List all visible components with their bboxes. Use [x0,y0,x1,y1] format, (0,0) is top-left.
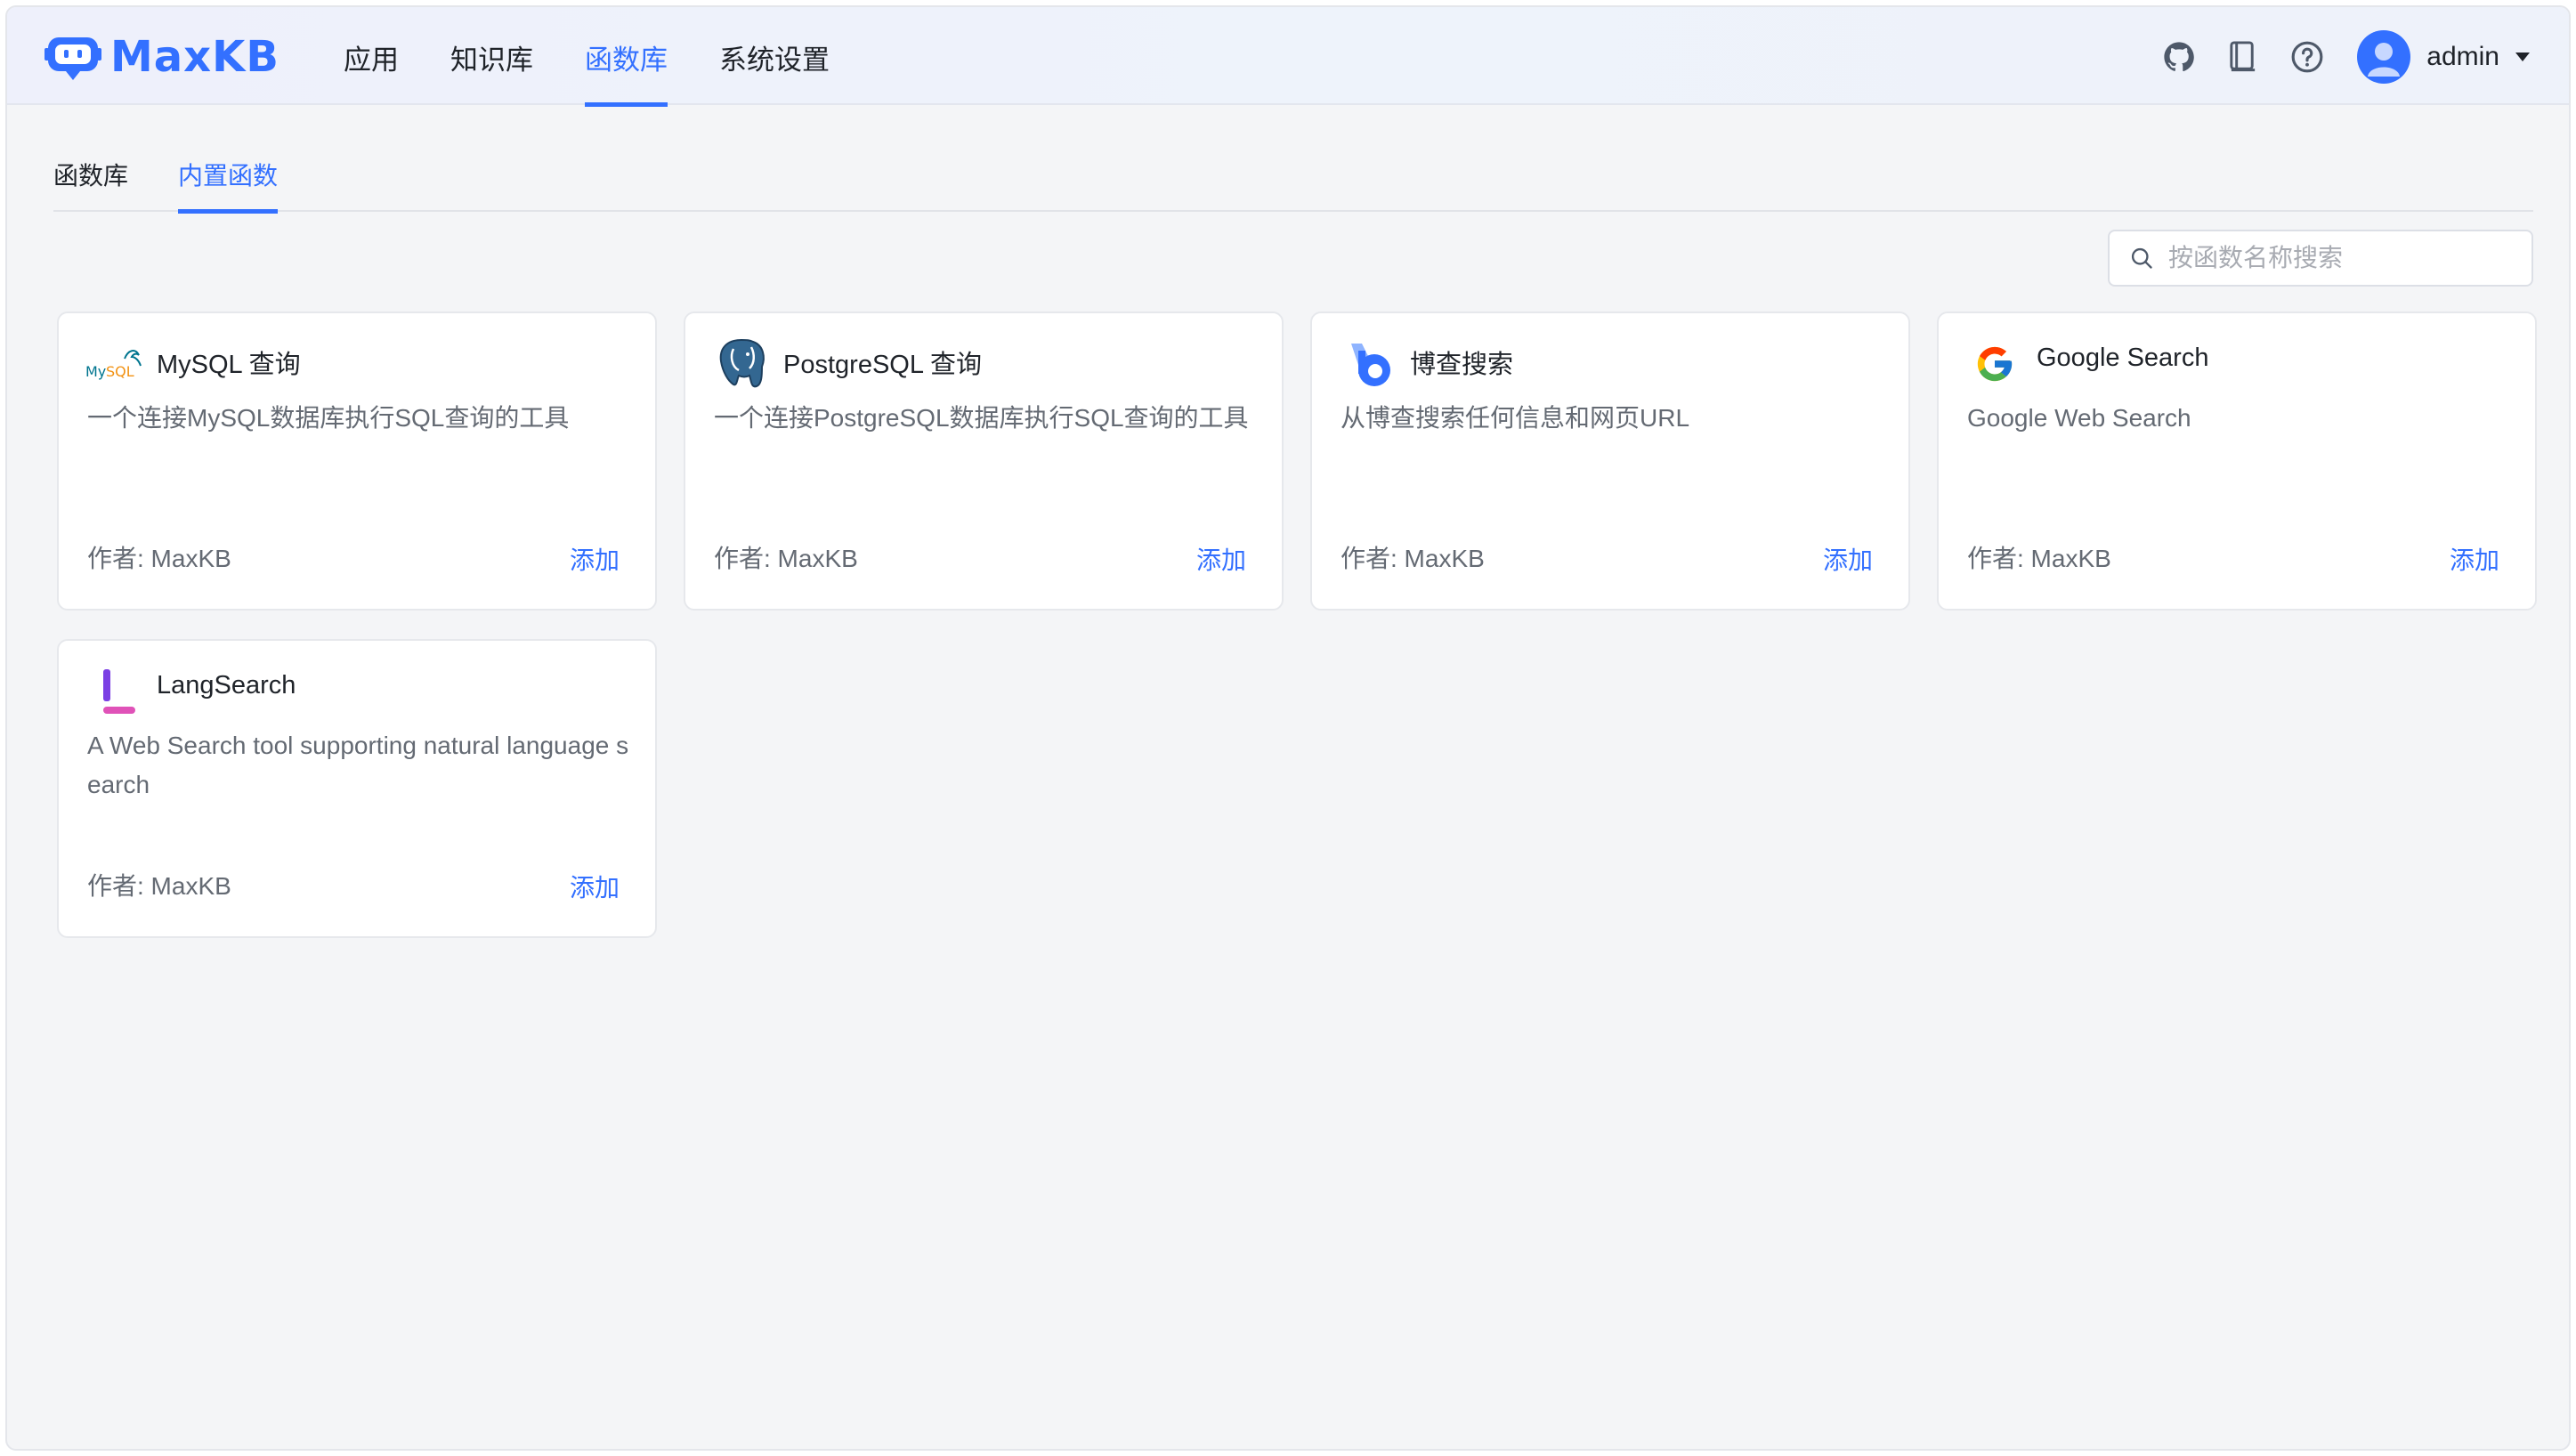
add-button[interactable]: 添加 [1196,541,1246,577]
user-name[interactable]: admin [2426,42,2499,72]
search-input[interactable] [2168,244,2524,272]
nav-functions[interactable]: 函数库 [585,7,668,107]
function-card-langsearch[interactable]: LangSearch A Web Search tool supporting … [57,639,657,938]
nav-settings[interactable]: 系统设置 [719,7,830,105]
function-card-mysql[interactable]: My SQL MySQL 查询 一个连接MySQL数据库执行SQL查询的工具 作… [57,311,657,611]
tab-function-library[interactable]: 函数库 [53,141,128,212]
search-icon [2131,247,2152,269]
function-card-postgresql[interactable]: PostgreSQL 查询 一个连接PostgreSQL数据库执行SQL查询的工… [684,311,1284,611]
card-description: 从博查搜索任何信息和网页URL [1341,404,1690,432]
chevron-down-icon[interactable] [2515,53,2530,61]
help-question-icon[interactable] [2282,32,2332,82]
card-author: 作者: MaxKB [1341,545,1485,572]
svg-text:SQL: SQL [106,363,134,380]
function-card-bocha[interactable]: 博查搜索 从博查搜索任何信息和网页URL 作者: MaxKB 添加 [1310,311,1910,611]
nav-knowledge[interactable]: 知识库 [450,7,533,105]
function-subtabs: 函数库 内置函数 [53,141,2533,214]
langsearch-logo-icon [85,662,144,721]
bocha-logo-icon [1339,335,1397,393]
google-logo-icon [1965,335,2024,393]
card-author: 作者: MaxKB [87,545,231,572]
brand-logo[interactable]: MaxKB [45,32,279,82]
card-title: MySQL 查询 [157,351,301,379]
card-description: 一个连接PostgreSQL数据库执行SQL查询的工具 [714,404,1249,432]
nav-apps[interactable]: 应用 [344,7,399,105]
mysql-logo-icon: My SQL [85,335,144,393]
card-title: 博查搜索 [1410,351,1514,379]
card-description: 一个连接MySQL数据库执行SQL查询的工具 [87,404,570,432]
docs-book-icon[interactable] [2218,32,2268,82]
postgresql-elephant-icon [712,335,771,393]
header-tools: admin [2140,30,2530,84]
svg-text:My: My [85,363,106,380]
add-button[interactable]: 添加 [570,869,620,904]
card-title: Google Search [2037,344,2209,372]
function-card-google[interactable]: Google Search Google Web Search 作者: MaxK… [1937,311,2537,611]
brand-name: MaxKB [110,32,279,82]
add-button[interactable]: 添加 [1823,541,1873,577]
add-button[interactable]: 添加 [2450,541,2499,577]
main-nav: 应用 知识库 函数库 系统设置 [344,7,881,107]
card-title: LangSearch [157,671,296,700]
card-author: 作者: MaxKB [1967,545,2111,572]
add-button[interactable]: 添加 [570,541,620,577]
top-header: MaxKB 应用 知识库 函数库 系统设置 admin [7,7,2569,107]
tab-builtin-functions[interactable]: 内置函数 [178,141,279,214]
github-icon[interactable] [2154,32,2204,82]
app-window: MaxKB 应用 知识库 函数库 系统设置 admin 函数库 内置函数 按函数… [5,5,2571,1451]
card-description: A Web Search tool supporting natural lan… [87,732,629,798]
maxkb-robot-icon [45,37,101,80]
card-author: 作者: MaxKB [87,872,231,900]
card-author: 作者: MaxKB [714,545,858,572]
search-box [2108,230,2533,287]
card-description: Google Web Search [1967,404,2191,432]
user-avatar-icon[interactable] [2357,30,2411,84]
card-title: PostgreSQL 查询 [783,351,982,379]
